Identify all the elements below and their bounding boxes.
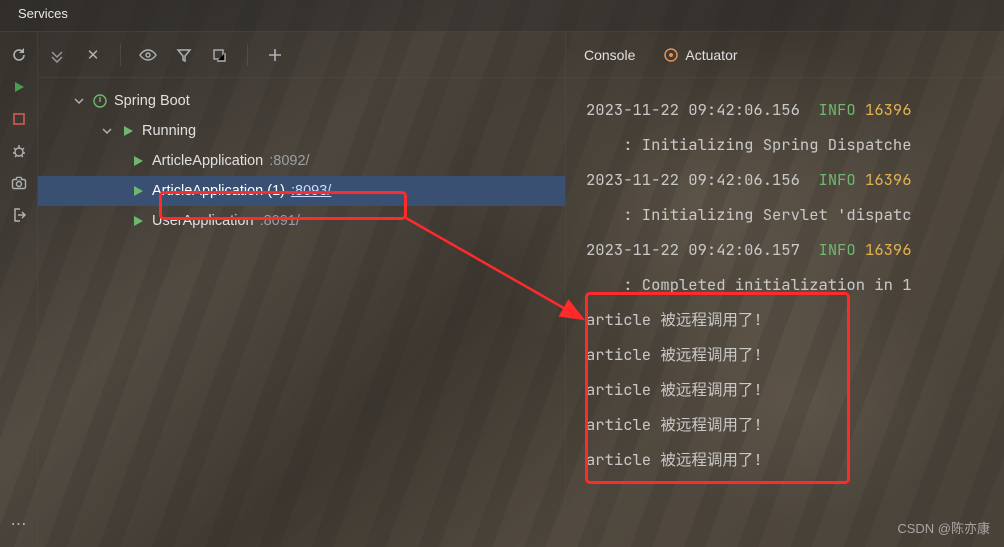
services-tree: Spring Boot Running ArticleApplication :… [38,78,565,244]
app-port: :8091/ [260,213,300,229]
tree-toolbar: ✕ [38,32,565,78]
console-output[interactable]: 2023-11-22 09:42:06.156 INFO 16396 : Ini… [566,78,1004,477]
console-tabs: Console Actuator [566,32,1004,78]
more-icon[interactable]: ⋯ [10,515,28,533]
run-icon [120,123,136,139]
run-tiny-icon[interactable] [10,78,28,96]
app-name: UserApplication [152,213,254,229]
chevron-down-icon [100,124,114,138]
watermark: CSDN @陈亦康 [897,518,990,537]
tab-label: Actuator [685,47,737,63]
add-icon[interactable] [266,46,284,64]
expand-down-icon[interactable] [48,46,66,64]
debug-icon[interactable] [10,142,28,160]
tree-node-spring-boot[interactable]: Spring Boot [38,86,565,116]
tree-app-article-8093[interactable]: ArticleApplication (1) :8093/ [38,176,565,206]
title-bar: Services [0,0,1004,32]
spring-boot-icon [92,93,108,109]
left-rail: ⋯ [0,32,38,547]
tree-app-user-8091[interactable]: UserApplication :8091/ [38,206,565,236]
services-tree-panel: ✕ Spring B [38,32,566,547]
tree-app-article-8092[interactable]: ArticleApplication :8092/ [38,146,565,176]
camera-icon[interactable] [10,174,28,192]
run-icon [130,153,146,169]
toolbar-separator [120,44,121,66]
run-icon [130,213,146,229]
app-port: :8092/ [269,153,309,169]
title-text: Services [18,6,68,21]
actuator-icon [663,47,679,63]
console-panel: Console Actuator 2023-11-22 09:42:06.156… [566,32,1004,547]
run-icon [130,183,146,199]
chevron-down-icon [72,94,86,108]
app-port: :8093/ [291,183,331,199]
tree-label: Spring Boot [114,93,190,109]
rerun-icon[interactable] [10,46,28,64]
eye-icon[interactable] [139,46,157,64]
filter-icon[interactable] [175,46,193,64]
main-area: ⋯ ✕ [0,32,1004,547]
tree-label: Running [142,123,196,139]
close-x-icon[interactable]: ✕ [84,46,102,64]
exit-icon[interactable] [10,206,28,224]
layout-icon[interactable] [211,46,229,64]
toolbar-separator [247,44,248,66]
tab-console[interactable]: Console [584,47,635,63]
app-name: ArticleApplication [152,153,263,169]
app-name: ArticleApplication (1) [152,183,285,199]
stop-icon[interactable] [10,110,28,128]
tree-node-running[interactable]: Running [38,116,565,146]
tab-actuator[interactable]: Actuator [663,47,737,63]
